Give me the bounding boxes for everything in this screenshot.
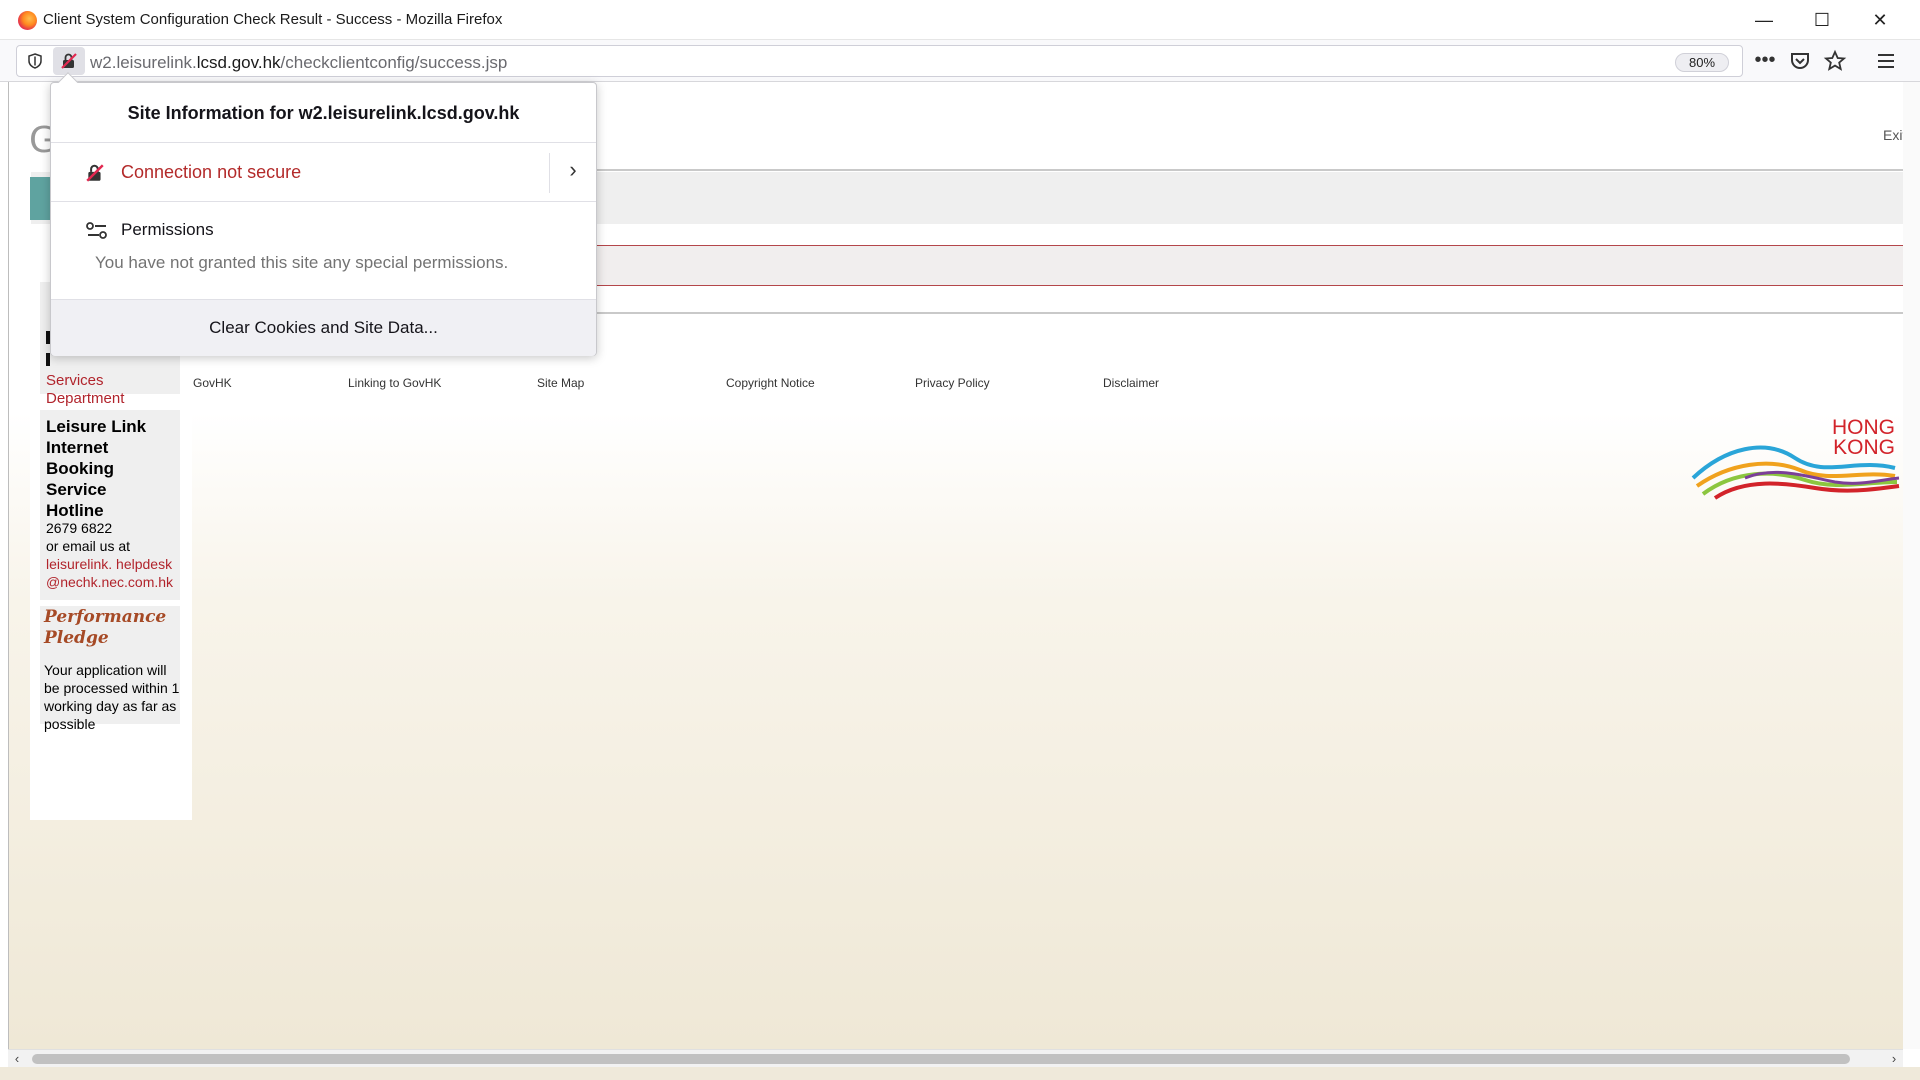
url-text[interactable]: w2.leisurelink.lcsd.gov.hk/checkclientco… [90, 53, 507, 73]
insecure-lock-icon [86, 164, 104, 182]
scrollbar-thumb[interactable] [32, 1054, 1850, 1064]
footer-link-copyright[interactable]: Copyright Notice [726, 376, 815, 390]
helpdesk-email-link-domain[interactable]: @nechk.nec.com.hk [46, 574, 173, 590]
brand-hong-kong-logo: HONG KONG [1691, 416, 1900, 500]
helpdesk-email-link[interactable]: leisurelink. helpdesk [46, 556, 172, 572]
minimize-button[interactable]: — [1735, 0, 1793, 40]
text-fragment [46, 353, 50, 366]
connection-status-label: Connection not secure [121, 162, 302, 182]
scroll-right-arrow-icon[interactable]: › [1885, 1050, 1903, 1068]
footer-link-govhk[interactable]: GovHK [193, 376, 232, 390]
email-intro: or email us at [46, 538, 131, 554]
footer-link-linking[interactable]: Linking to GovHK [348, 376, 441, 390]
popup-title: Site Information for w2.leisurelink.lcsd… [51, 83, 596, 143]
minimize-icon: — [1755, 9, 1773, 30]
permissions-icon [86, 222, 107, 239]
clear-cookies-button[interactable]: Clear Cookies and Site Data... [51, 300, 596, 356]
hotline-heading: Leisure Link Internet Booking Service Ho… [46, 417, 147, 520]
page-actions-icon[interactable]: ••• [1753, 49, 1777, 73]
footer-link-privacy[interactable]: Privacy Policy [915, 376, 990, 390]
divider [549, 153, 550, 193]
hotline-phone: 2679 6822 [46, 520, 113, 536]
pocket-icon[interactable] [1788, 49, 1812, 73]
page-bottom-strip [0, 1067, 1920, 1080]
close-icon: ✕ [1872, 9, 1888, 30]
chevron-right-icon[interactable]: › [560, 157, 586, 185]
close-button[interactable]: ✕ [1851, 0, 1909, 40]
maximize-icon: ☐ [1813, 9, 1831, 30]
permissions-label: Permissions [121, 220, 214, 239]
footer-link-sitemap[interactable]: Site Map [537, 376, 584, 390]
pledge-heading: Performance Pledge [44, 607, 167, 648]
hamburger-menu-icon[interactable] [1874, 49, 1898, 73]
site-information-panel: Site Information for w2.leisurelink.lcsd… [50, 72, 597, 356]
insecure-lock-icon [61, 53, 77, 69]
horizontal-scrollbar[interactable]: ‹ › [8, 1049, 1903, 1067]
navigation-toolbar: w2.leisurelink.lcsd.gov.hk/checkclientco… [0, 40, 1920, 82]
permissions-description: You have not granted this site any speci… [95, 253, 509, 272]
permissions-section: Permissions You have not granted this si… [51, 202, 596, 300]
bookmark-star-icon[interactable] [1823, 49, 1847, 73]
site-info-button[interactable] [53, 47, 85, 75]
footer-link-disclaimer[interactable]: Disclaimer [1103, 376, 1159, 390]
svg-text:KONG: KONG [1833, 436, 1895, 459]
pledge-text: Your application will be processed withi… [44, 662, 180, 732]
maximize-button[interactable]: ☐ [1793, 0, 1851, 40]
connection-security-row[interactable]: Connection not secure › [51, 143, 596, 202]
zoom-level-badge[interactable]: 80% [1675, 53, 1729, 72]
window-titlebar: Client System Configuration Check Result… [0, 0, 1920, 40]
scroll-left-arrow-icon[interactable]: ‹ [8, 1050, 26, 1068]
window-title: Client System Configuration Check Result… [43, 11, 503, 28]
performance-pledge-panel: Performance Pledge Your application will … [40, 606, 180, 732]
tracking-shield-icon[interactable] [27, 53, 43, 69]
hotline-panel: Leisure Link Internet Booking Service Ho… [40, 410, 180, 600]
firefox-logo-icon [18, 11, 37, 30]
lcsd-link[interactable]: Services Department [46, 372, 124, 408]
vertical-scrollbar[interactable] [1903, 82, 1920, 1049]
url-bar[interactable]: w2.leisurelink.lcsd.gov.hk/checkclientco… [16, 45, 1743, 77]
